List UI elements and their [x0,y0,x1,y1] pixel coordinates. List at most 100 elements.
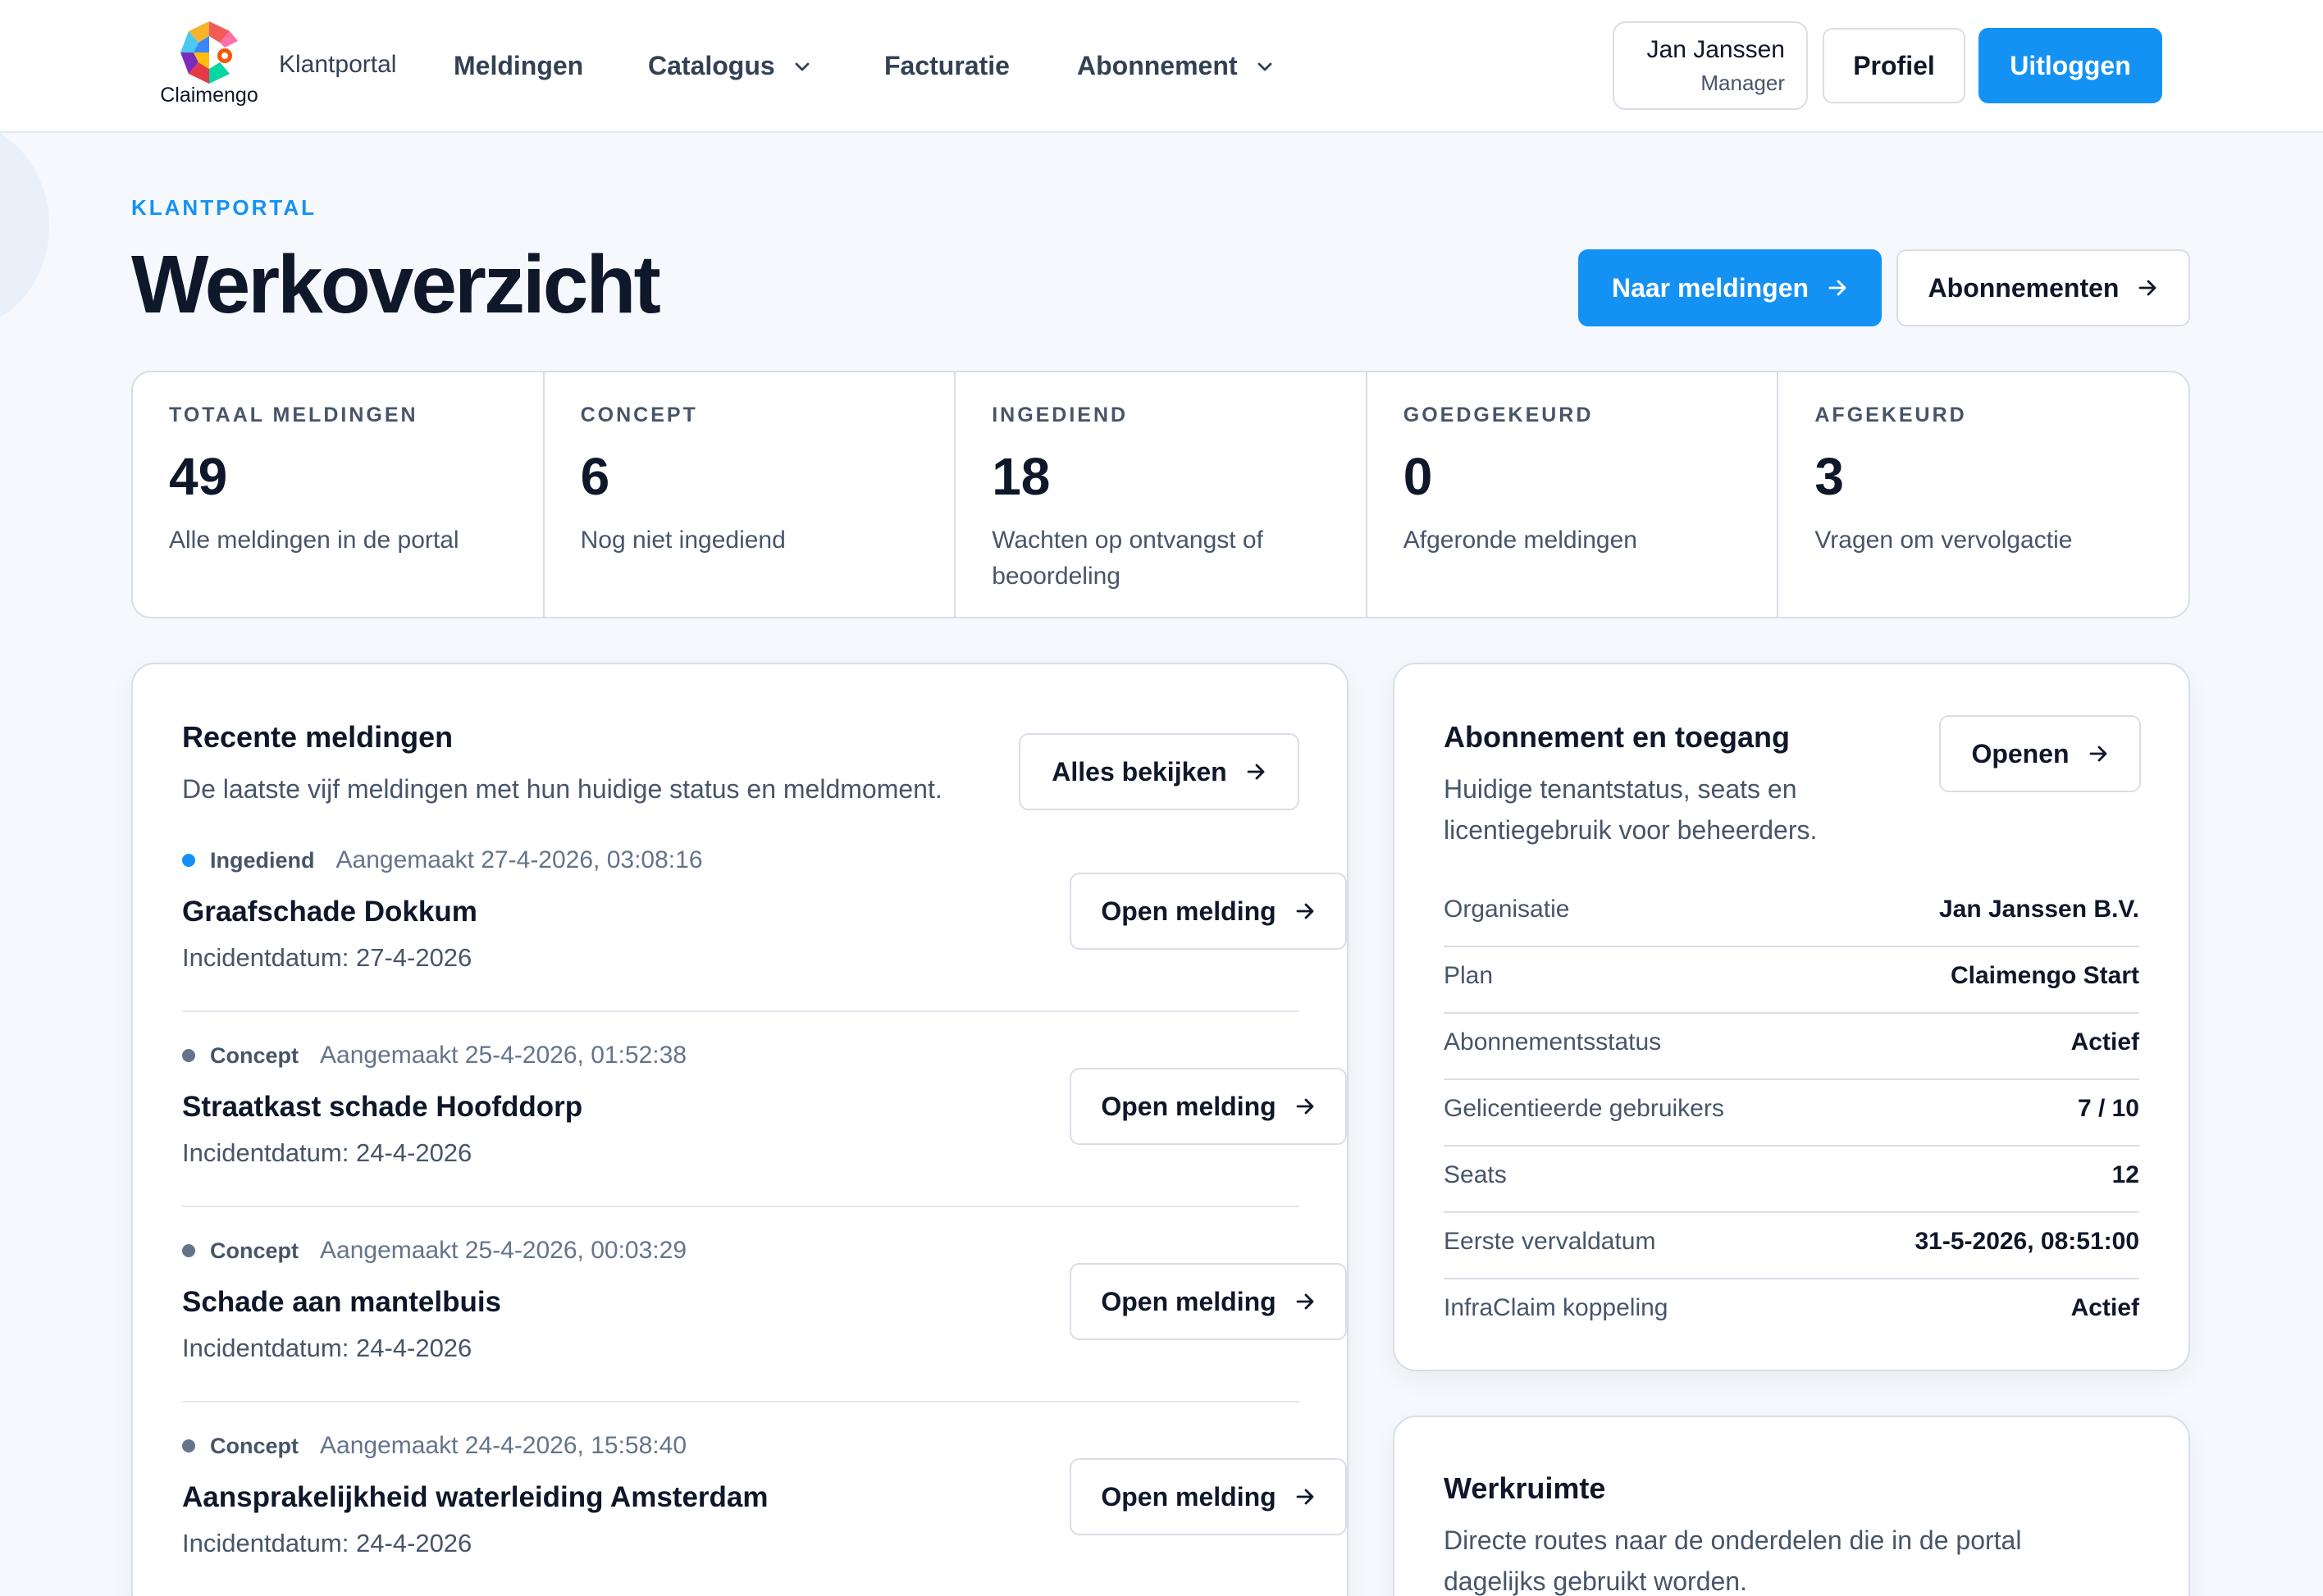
stat-label: GOEDGEKEURD [1403,404,1594,426]
arrow-right-icon [2139,280,2156,296]
stat-value: 49 [169,447,228,506]
subscription-row-plan: Plan Claimengo Start [1444,947,2139,1014]
page-eyebrow: KLANTPORTAL [131,195,317,220]
open-melding-button[interactable]: Open melding [1070,1263,1347,1340]
subscription-row-infraclaim: InfraClaim koppeling Actief [1444,1279,2139,1346]
recent-meldingen-title: Recente meldingen [182,720,454,754]
abonnementen-label: Abonnementen [1928,272,2120,303]
open-melding-button[interactable]: Open melding [1070,1458,1347,1535]
stat-totaal-meldingen: TOTAAL MELDINGEN 49 Alle meldingen in de… [133,372,545,617]
nav-abonnement-label: Abonnement [1077,51,1238,80]
arrow-right-icon [1296,1489,1314,1505]
workspace-subtitle-line2: dagelijks gebruikt worden. [1444,1566,1747,1596]
row-key: InfraClaim koppeling [1444,1294,1668,1321]
status-badge: Concept [210,1042,299,1068]
nav-catalogus-label: Catalogus [648,51,775,80]
created-timestamp: Aangemaakt 25-4-2026, 00:03:29 [320,1237,687,1264]
profile-button-label: Profiel [1853,50,1935,80]
row-value: Actief [2070,1028,2139,1056]
status-badge: Ingediend [210,847,315,873]
row-key: Organisatie [1444,896,1570,923]
melding-meta: Concept Aangemaakt 25-4-2026, 01:52:38 [182,1042,687,1069]
subscription-subtitle-line1: Huidige tenantstatus, seats en [1444,774,1797,804]
incident-date: Incidentdatum: 27-4-2026 [182,943,472,972]
melding-row: Concept Aangemaakt 24-4-2026, 15:58:40 A… [182,1432,1347,1596]
open-melding-label: Open melding [1101,1091,1276,1121]
subscription-subtitle-line2: licentiegebruik voor beheerders. [1444,815,1818,845]
logo[interactable]: Claimengo [156,20,262,110]
subscription-row-licensed-users: Gelicentieerde gebruikers 7 / 10 [1444,1080,2139,1147]
user-menu[interactable]: Jan Janssen Manager [1613,21,1808,110]
logout-button[interactable]: Uitloggen [1978,28,2162,103]
abonnementen-button[interactable]: Abonnementen [1896,249,2190,326]
open-subscription-button[interactable]: Openen [1939,715,2141,792]
arrow-right-icon [1247,764,1265,780]
page-title: Werkoverzicht [131,239,661,331]
recent-meldingen-card: Recente meldingen De laatste vijf meldin… [131,663,1349,1596]
subscription-row-status: Abonnementsstatus Actief [1444,1014,2139,1080]
subscription-row-seats: Seats 12 [1444,1147,2139,1213]
chevron-down-icon [795,62,810,71]
stat-label: CONCEPT [580,404,698,426]
stat-ingediend: INGEDIEND 18 Wachten op ontvangst of beo… [956,372,1367,617]
status-badge: Concept [210,1238,299,1263]
incident-date: Incidentdatum: 24-4-2026 [182,1138,472,1167]
row-divider [182,1206,1299,1207]
stat-value: 18 [992,447,1051,506]
stat-description: Alle meldingen in de portal [169,527,459,554]
background-shape [0,123,49,328]
row-key: Gelicentieerde gebruikers [1444,1095,1724,1122]
top-navigation-bar: Claimengo Klantportal Meldingen Catalogu… [0,0,2323,133]
row-key: Abonnementsstatus [1444,1028,1662,1056]
row-value: 12 [2111,1161,2139,1188]
nav-catalogus[interactable]: Catalogus [648,51,811,81]
melding-title: Graafschade Dokkum [182,896,477,928]
melding-title: Schade aan mantelbuis [182,1286,502,1318]
open-melding-label: Open melding [1101,1286,1276,1316]
arrow-right-icon [1296,1293,1314,1310]
stat-value: 0 [1403,447,1433,506]
open-melding-label: Open melding [1101,896,1276,926]
user-role: Manager [1700,71,1785,95]
stat-concept: CONCEPT 6 Nog niet ingediend [545,372,956,617]
melding-title: Aansprakelijkheid waterleiding Amsterdam [182,1481,769,1513]
arrow-right-icon [1296,1098,1314,1115]
melding-meta: Concept Aangemaakt 25-4-2026, 00:03:29 [182,1237,687,1265]
status-badge: Concept [210,1433,299,1458]
nav-meldingen-label: Meldingen [454,51,584,80]
open-melding-button[interactable]: Open melding [1070,1068,1347,1145]
nav-meldingen[interactable]: Meldingen [454,51,583,81]
recent-meldingen-subtitle: De laatste vijf meldingen met hun huidig… [182,774,942,804]
status-dot [182,1244,195,1257]
open-melding-button[interactable]: Open melding [1070,873,1347,950]
created-timestamp: Aangemaakt 25-4-2026, 01:52:38 [320,1042,687,1069]
stat-description: Afgeronde meldingen [1403,527,1637,554]
stat-afgekeurd: AFGEKEURD 3 Vragen om vervolgactie [1778,372,2188,617]
row-divider [182,1401,1299,1402]
row-value: 31-5-2026, 08:51:00 [1915,1228,2139,1255]
user-name: Jan Janssen [1646,36,1785,63]
melding-meta: Concept Aangemaakt 24-4-2026, 15:58:40 [182,1432,687,1460]
stat-label: AFGEKEURD [1814,404,1967,426]
open-melding-label: Open melding [1101,1481,1276,1512]
melding-row: Concept Aangemaakt 25-4-2026, 01:52:38 S… [182,1042,1347,1237]
view-all-button[interactable]: Alles bekijken [1019,733,1299,810]
profile-button[interactable]: Profiel [1823,28,1965,103]
stat-label: TOTAAL MELDINGEN [169,404,418,426]
subscription-card: Abonnement en toegang Huidige tenantstat… [1393,663,2190,1371]
incident-date: Incidentdatum: 24-4-2026 [182,1529,472,1557]
nav-abonnement[interactable]: Abonnement [1077,51,1274,81]
go-to-meldingen-button[interactable]: Naar meldingen [1578,249,1882,326]
incident-date: Incidentdatum: 24-4-2026 [182,1334,472,1362]
nav-facturatie[interactable]: Facturatie [884,51,1010,81]
stat-description: Vragen om vervolgactie [1814,527,2073,554]
stats-panel: TOTAAL MELDINGEN 49 Alle meldingen in de… [131,371,2190,618]
status-dot [182,854,195,867]
stat-goedgekeurd: GOEDGEKEURD 0 Afgeronde meldingen [1367,372,1779,617]
melding-title: Straatkast schade Hoofddorp [182,1091,583,1123]
stat-value: 6 [580,447,610,506]
go-to-meldingen-label: Naar meldingen [1611,272,1810,303]
brand-subtitle: Klantportal [279,51,397,78]
row-value: 7 / 10 [2077,1095,2139,1122]
created-timestamp: Aangemaakt 27-4-2026, 03:08:16 [335,846,703,873]
